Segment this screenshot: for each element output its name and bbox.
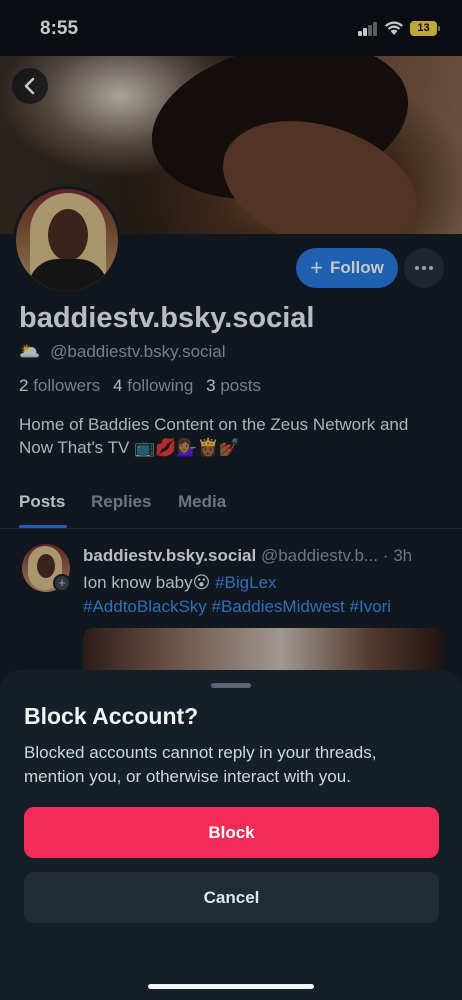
cancel-button[interactable]: Cancel xyxy=(24,872,439,923)
block-account-sheet: Block Account? Blocked accounts cannot r… xyxy=(0,670,462,1000)
home-indicator xyxy=(148,984,314,989)
sheet-title: Block Account? xyxy=(24,703,199,729)
sheet-description: Blocked accounts cannot reply in your th… xyxy=(24,743,377,786)
block-button[interactable]: Block xyxy=(24,807,439,858)
sheet-drag-handle[interactable] xyxy=(211,683,251,688)
profile-screen: 8:55 13 + Follow baddiestv.bsky.social 🌥… xyxy=(0,0,462,1000)
